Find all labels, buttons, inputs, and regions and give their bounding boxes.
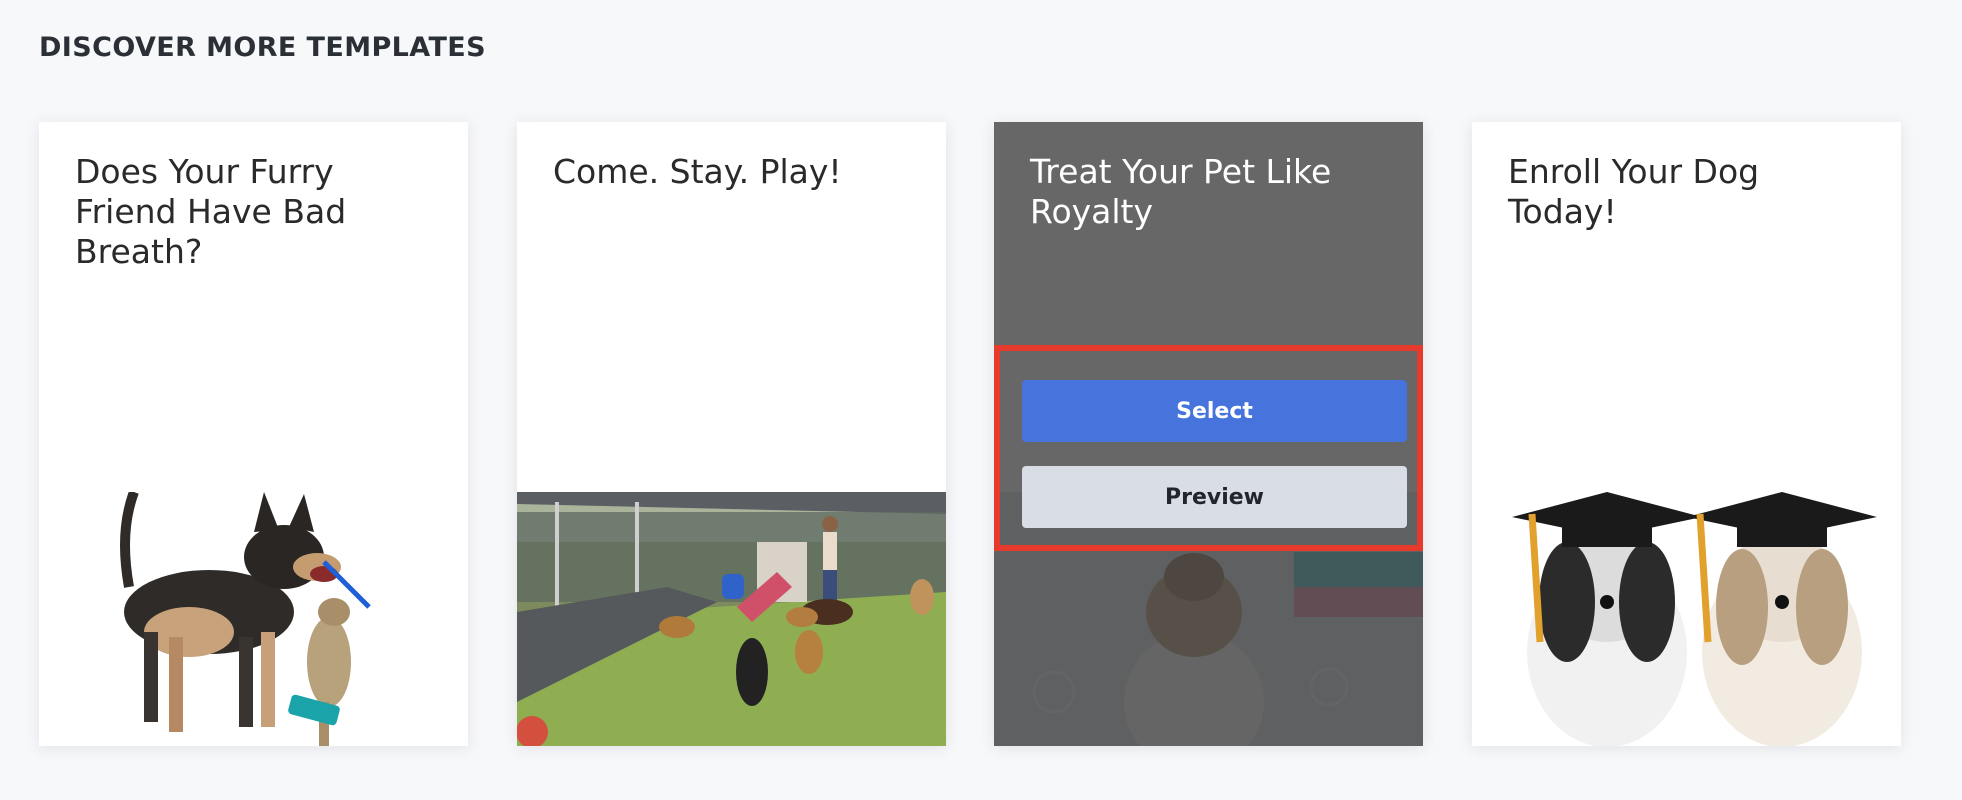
- preview-button[interactable]: Preview: [1022, 466, 1407, 528]
- select-button[interactable]: Select: [1022, 380, 1407, 442]
- template-card-bad-breath[interactable]: Does Your Furry Friend Have Bad Breath?: [39, 122, 468, 746]
- section-heading: DISCOVER MORE TEMPLATES: [39, 32, 486, 63]
- dog-daycare-photo: [517, 492, 946, 746]
- template-grid: Does Your Furry Friend Have Bad Breath?: [39, 122, 1903, 746]
- template-card-title: Does Your Furry Friend Have Bad Breath?: [75, 152, 347, 271]
- template-card-title: Enroll Your Dog Today!: [1508, 152, 1760, 231]
- card-actions: Select Preview: [994, 345, 1423, 551]
- graduation-dogs-photo: [1472, 492, 1901, 746]
- template-card-title: Treat Your Pet Like Royalty: [1030, 152, 1332, 231]
- dog-and-kitten-photo: [39, 492, 468, 746]
- template-card-enroll-dog[interactable]: Enroll Your Dog Today!: [1472, 122, 1901, 746]
- template-card-royalty[interactable]: Treat Your Pet Like Royalty Select Previ…: [994, 122, 1423, 746]
- template-card-title: Come. Stay. Play!: [553, 152, 842, 191]
- templates-page: DISCOVER MORE TEMPLATES Does Your Furry …: [0, 0, 1962, 800]
- template-card-come-stay-play[interactable]: Come. Stay. Play!: [517, 122, 946, 746]
